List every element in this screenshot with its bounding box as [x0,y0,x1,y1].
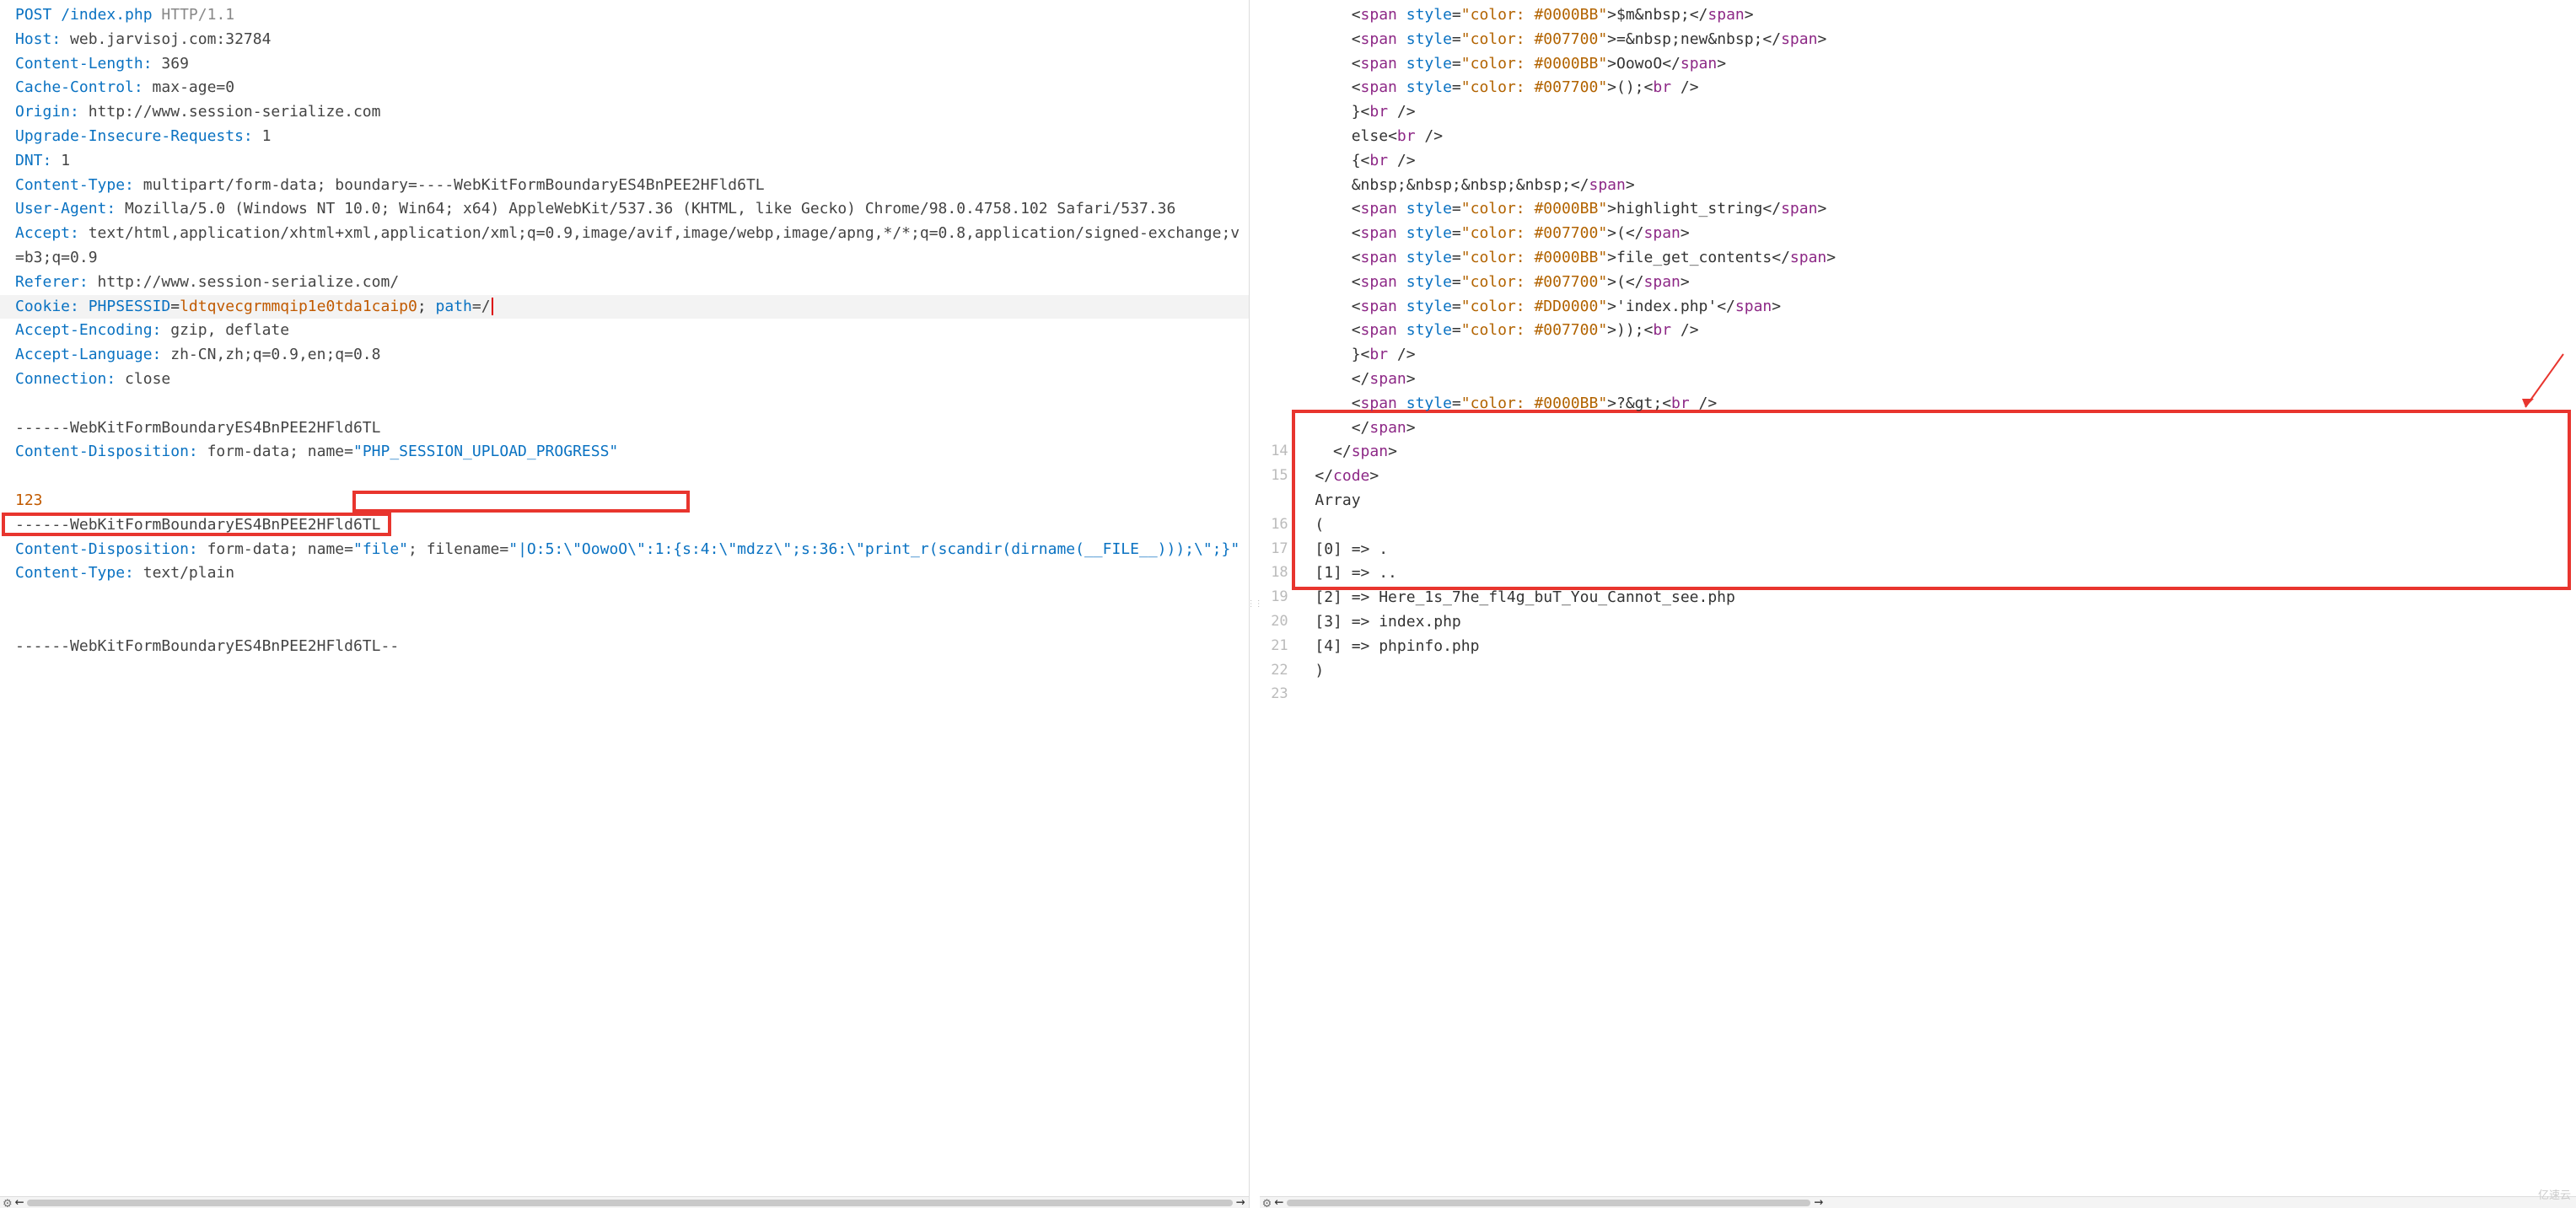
response-line[interactable]: <span style="color: #0000BB">file_get_co… [1260,246,2576,271]
request-line[interactable]: Host: web.jarvisoj.com:32784 [0,28,1249,52]
response-line[interactable]: 21 [4] => phpinfo.php [1260,635,2576,659]
response-line[interactable]: <span style="color: #007700">));<br /> [1260,319,2576,343]
line-number: 16 [1260,513,1288,536]
response-line[interactable]: </span> [1260,368,2576,392]
line-number: 20 [1260,610,1288,633]
request-line[interactable]: ------WebKitFormBoundaryES4BnPEE2HFld6TL [0,513,1249,538]
request-line[interactable] [0,610,1249,635]
request-line[interactable]: Content-Disposition: form-data; name="PH… [0,440,1249,464]
response-line[interactable]: 14 </span> [1260,440,2576,464]
line-number: 14 [1260,440,1288,463]
response-line[interactable]: <span style="color: #007700">(</span> [1260,222,2576,246]
line-number: 17 [1260,538,1288,561]
response-line[interactable]: <span style="color: #007700">=&nbsp;new&… [1260,28,2576,52]
request-line[interactable]: Cookie: PHPSESSID=ldtqvecgrmmqip1e0tda1c… [0,295,1249,319]
line-number: 15 [1260,464,1288,487]
request-line[interactable]: Content-Type: text/plain [0,561,1249,586]
response-line[interactable]: <span style="color: #DD0000">'index.php'… [1260,295,2576,319]
right-scrollbar[interactable]: ⚙ ← → [1260,1196,2576,1208]
request-line[interactable]: Accept-Language: zh-CN,zh;q=0.9,en;q=0.8 [0,343,1249,368]
request-line[interactable]: Origin: http://www.session-serialize.com [0,100,1249,125]
response-line[interactable]: 17 [0] => . [1260,538,2576,562]
response-line[interactable]: }<br /> [1260,100,2576,125]
request-line[interactable]: Content-Type: multipart/form-data; bound… [0,174,1249,198]
line-number: 22 [1260,659,1288,682]
response-line[interactable]: {<br /> [1260,149,2576,174]
request-line[interactable]: Referer: http://www.session-serialize.co… [0,271,1249,295]
request-line[interactable]: DNT: 1 [0,149,1249,174]
request-line[interactable]: ------WebKitFormBoundaryES4BnPEE2HFld6TL… [0,635,1249,659]
request-line[interactable]: Content-Disposition: form-data; name="fi… [0,538,1249,562]
gear-icon[interactable]: ⚙ [3,1192,12,1208]
request-line[interactable]: Cache-Control: max-age=0 [0,76,1249,100]
request-editor[interactable]: POST /index.php HTTP/1.1Host: web.jarvis… [0,0,1250,1208]
line-number: 18 [1260,561,1288,584]
response-line[interactable]: 18 [1] => .. [1260,561,2576,586]
response-line[interactable]: }<br /> [1260,343,2576,368]
response-line[interactable]: 19 [2] => Here_1s_7he_fl4g_buT_You_Canno… [1260,586,2576,610]
response-line[interactable]: 15 </code> [1260,464,2576,489]
response-line[interactable]: Array [1260,489,2576,513]
response-line[interactable]: 20 [3] => index.php [1260,610,2576,635]
request-line[interactable]: 123 [0,489,1249,513]
gear-icon[interactable]: ⚙ [1263,1192,1272,1208]
response-line[interactable]: </span> [1260,416,2576,441]
request-line[interactable]: ------WebKitFormBoundaryES4BnPEE2HFld6TL [0,416,1249,441]
text-cursor [492,298,493,315]
request-line[interactable]: Accept: text/html,application/xhtml+xml,… [0,222,1249,271]
request-line[interactable]: POST /index.php HTTP/1.1 [0,3,1249,28]
response-line[interactable]: 22 ) [1260,659,2576,684]
response-line[interactable]: 16 ( [1260,513,2576,538]
request-line[interactable] [0,586,1249,610]
response-line[interactable]: else<br /> [1260,125,2576,149]
request-line[interactable] [0,464,1249,489]
left-scrollbar[interactable]: ⚙ ← → [0,1196,1249,1208]
response-line[interactable]: <span style="color: #007700">();<br /> [1260,76,2576,100]
line-number: 23 [1260,683,1288,706]
response-line[interactable]: <span style="color: #0000BB">$m&nbsp;</s… [1260,3,2576,28]
request-line[interactable] [0,392,1249,416]
response-editor[interactable]: <span style="color: #0000BB">$m&nbsp;</s… [1260,0,2576,1208]
watermark: 亿速云 [2538,1187,2571,1205]
line-number: 21 [1260,635,1288,658]
line-number: 19 [1260,586,1288,609]
response-line[interactable]: 23 [1260,683,2576,707]
request-line[interactable]: Content-Length: 369 [0,52,1249,77]
response-line[interactable]: <span style="color: #0000BB">OowoO</span… [1260,52,2576,77]
response-line[interactable]: &nbsp;&nbsp;&nbsp;&nbsp;</span> [1260,174,2576,198]
request-line[interactable]: Upgrade-Insecure-Requests: 1 [0,125,1249,149]
request-line[interactable]: User-Agent: Mozilla/5.0 (Windows NT 10.0… [0,197,1249,222]
response-line[interactable]: <span style="color: #007700">(</span> [1260,271,2576,295]
response-line[interactable]: <span style="color: #0000BB">?&gt;<br /> [1260,392,2576,416]
pane-splitter[interactable] [1250,0,1260,1208]
response-line[interactable]: <span style="color: #0000BB">highlight_s… [1260,197,2576,222]
request-line[interactable]: Accept-Encoding: gzip, deflate [0,319,1249,343]
request-line[interactable]: Connection: close [0,368,1249,392]
